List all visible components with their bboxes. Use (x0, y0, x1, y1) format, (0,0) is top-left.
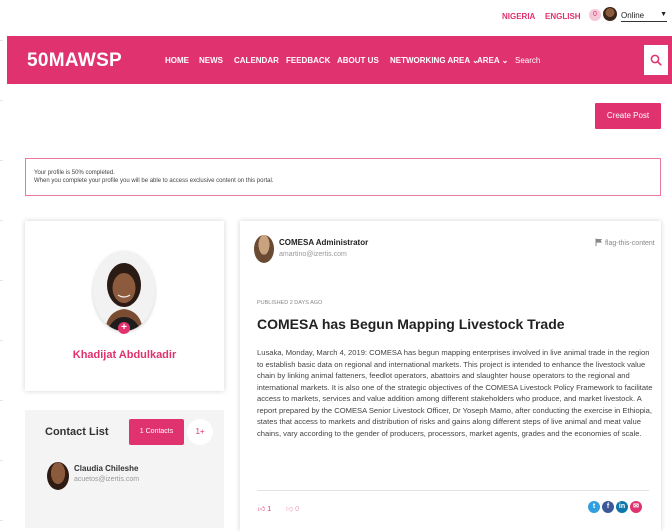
nav-item-calendar[interactable]: CALENDAR (234, 56, 279, 65)
profile-portrait-illustration (93, 251, 155, 331)
contact-name: Claudia Chileshe (74, 464, 139, 473)
linkedin-icon[interactable]: in (616, 501, 628, 513)
profile-name: Khadijat Abdulkadir (72, 349, 177, 361)
edge-tick (0, 160, 3, 161)
notice-line-2: When you complete your profile you will … (34, 178, 274, 184)
profile-photo[interactable] (93, 251, 155, 331)
edge-tick (0, 40, 3, 41)
edge-tick (0, 520, 3, 521)
notice-line-1: Your profile is 50% completed. (34, 170, 115, 176)
top-utility-bar: NIGERIA ENGLISH 0 Online ▼ (0, 0, 672, 34)
avatar (47, 462, 69, 490)
dislike-count: 0 (295, 506, 299, 513)
nav-item-feedback[interactable]: FEEDBACK (286, 56, 330, 65)
nav-item-networking-area[interactable]: NETWORKING AREA ⌄ (390, 56, 479, 65)
contact-email: acuetos@izertis.com (74, 476, 140, 483)
add-photo-button[interactable]: + (118, 322, 130, 334)
post-title[interactable]: COMESA has Begun Mapping Livestock Trade (257, 316, 565, 332)
user-avatar[interactable] (603, 7, 617, 21)
edge-tick (0, 340, 3, 341)
edge-tick (0, 280, 3, 281)
flag-label: flag-this-content (604, 239, 655, 247)
avatar (254, 235, 274, 263)
main-navbar: 50MAWSP HOME NEWS CALENDAR FEEDBACK ABOU… (7, 36, 672, 84)
twitter-icon[interactable]: t (588, 501, 600, 513)
like-count: 1 (267, 506, 272, 513)
divider (257, 490, 649, 491)
like-button[interactable]: 👍︎ 1 (258, 504, 271, 513)
thumbs-up-icon: 👍︎ (258, 506, 266, 513)
status-value: Online (621, 11, 645, 20)
contacts-more-button[interactable]: 1+ (187, 419, 213, 445)
language-english-link[interactable]: ENGLISH (545, 12, 581, 21)
post-author-name[interactable]: COMESA Administrator (279, 238, 368, 247)
post-author-email: amartino@izertis.com (279, 251, 347, 258)
edge-tick (0, 100, 3, 101)
nav-item-news[interactable]: NEWS (199, 56, 223, 65)
notification-badge[interactable]: 0 (589, 9, 601, 21)
profile-card: + Khadijat Abdulkadir (25, 221, 224, 391)
language-nigeria-link[interactable]: NIGERIA (502, 12, 535, 21)
chevron-down-icon: ▼ (660, 11, 667, 18)
dislike-button[interactable]: 👎︎ 0 (286, 504, 299, 513)
search-button[interactable] (644, 45, 668, 75)
search-icon (650, 54, 662, 66)
edge-tick (0, 220, 3, 221)
post-published-time: PUBLISHED 2 DAYS AGO (257, 300, 323, 306)
nav-item-area[interactable]: AREA ⌄ (477, 56, 508, 65)
facebook-icon[interactable]: f (602, 501, 614, 513)
contact-list-card: Contact List 1 Contacts 1+ Claudia Chile… (25, 410, 224, 528)
brand-logo[interactable]: 50MAWSP (27, 50, 122, 72)
contact-list-title: Contact List (45, 426, 109, 438)
profile-completion-notice: Your profile is 50% completed. When you … (25, 158, 661, 196)
mail-icon[interactable]: ✉ (630, 501, 642, 513)
edge-tick (0, 400, 3, 401)
status-select[interactable]: Online ▼ (621, 11, 667, 22)
contacts-count-button[interactable]: 1 Contacts (129, 419, 184, 445)
nav-item-home[interactable]: HOME (165, 56, 189, 65)
post-card: COMESA Administrator amartino@izertis.co… (240, 221, 661, 531)
flag-icon (595, 238, 603, 248)
search-input[interactable] (515, 48, 641, 72)
flag-content-link[interactable]: flag-this-content (595, 238, 655, 248)
post-body: Lusaka, Monday, March 4, 2019: COMESA ha… (257, 348, 653, 438)
thumbs-down-icon: 👎︎ (286, 506, 294, 513)
create-post-button[interactable]: Create Post (595, 103, 661, 129)
nav-item-about-us[interactable]: ABOUT US (337, 56, 379, 65)
edge-tick (0, 460, 3, 461)
